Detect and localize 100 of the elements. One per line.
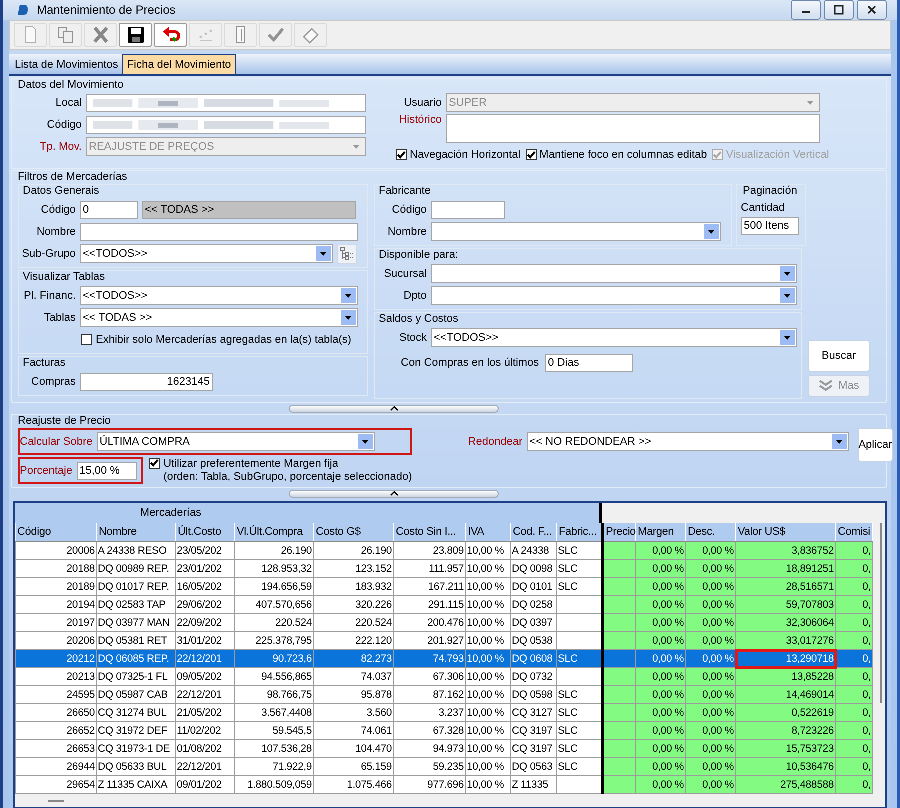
- table-cell: DQ 03977 MAN: [96, 614, 176, 632]
- table-cell: 23/01/202: [176, 560, 234, 578]
- table-cell: 3.237: [394, 704, 466, 722]
- column-header[interactable]: Nombre: [96, 523, 176, 542]
- table-cell: 20212: [16, 650, 96, 668]
- field-label: Histórico: [398, 114, 442, 126]
- table-cell: 201.927: [394, 632, 466, 650]
- table-cell: 320.226: [314, 596, 394, 614]
- table-cell: SLC: [556, 686, 602, 704]
- group-title: Facturas: [23, 357, 67, 370]
- dropdown-field[interactable]: << TODAS >>: [80, 308, 358, 327]
- text-field[interactable]: 1623145: [80, 372, 213, 390]
- dropdown-field[interactable]: << NO REDONDEAR >>: [526, 432, 849, 451]
- table-cell: 123.152: [314, 560, 394, 578]
- column-header[interactable]: Costo G$: [314, 523, 394, 542]
- checkbox-label: Exhibir solo Mercaderías agregadas en la(s) tabla(s): [96, 334, 352, 346]
- table-cell: DQ 07325-1 FL: [96, 668, 176, 686]
- table-cell: 0,00 %: [686, 542, 736, 560]
- column-header[interactable]: Precio: [602, 523, 636, 542]
- field-label: Cantidad: [741, 202, 786, 214]
- dropdown-field[interactable]: <<TODOS>>: [80, 286, 358, 305]
- table-cell: 14,469014: [736, 686, 836, 704]
- table-cell: 22/12/201: [176, 758, 234, 776]
- dropdown-field[interactable]: ÚLTIMA COMPRA: [96, 432, 375, 451]
- table-cell: A 24338: [510, 542, 556, 560]
- table-cell: SLC: [556, 560, 602, 578]
- text-field[interactable]: 0: [80, 200, 138, 218]
- table-cell: DQ 0732: [510, 668, 556, 686]
- table-cell: 94.973: [394, 740, 466, 758]
- column-header[interactable]: IVA: [466, 523, 510, 542]
- table-cell: 0,00 %: [686, 686, 736, 704]
- column-header[interactable]: Cod. F...: [510, 523, 556, 542]
- table-cell: DQ 06085 REP.: [96, 650, 176, 668]
- field-label: Sub-Grupo: [21, 248, 76, 260]
- table-cell: 3.567,4408: [234, 704, 314, 722]
- table-cell: 220.524: [234, 614, 314, 632]
- text-field[interactable]: 500 Itens: [741, 217, 799, 235]
- column-header[interactable]: Costo Sin I...: [394, 523, 466, 542]
- button[interactable]: Buscar: [808, 340, 870, 372]
- table-cell: DQ 0258: [510, 596, 556, 614]
- table-cell: 0,00 %: [686, 758, 736, 776]
- table-cell: 0,00 %: [636, 776, 686, 794]
- field-label: Porcentaje: [20, 464, 73, 476]
- group-title: Fabricante: [379, 185, 432, 198]
- tab[interactable]: Ficha del Movimiento: [122, 54, 236, 74]
- text-field[interactable]: 0 Dias: [545, 354, 634, 372]
- column-header[interactable]: Comisi: [836, 523, 872, 542]
- column-header[interactable]: Valor US$: [736, 523, 836, 542]
- table-cell: 0,00 %: [636, 740, 686, 758]
- table-cell: 59,707803: [736, 596, 836, 614]
- table-cell: 10,00 %: [466, 632, 510, 650]
- dropdown-field[interactable]: <<TODOS>>: [431, 328, 797, 347]
- table-cell: 82.273: [314, 650, 394, 668]
- table-cell: 22/12/201: [176, 686, 234, 704]
- field-label: Código: [46, 118, 82, 130]
- table-cell: SLC: [556, 740, 602, 758]
- field-label: Calcular Sobre: [20, 436, 93, 448]
- table-cell: 22/09/202: [176, 614, 234, 632]
- table-cell: SLC: [556, 704, 602, 722]
- table-cell: 20188: [16, 560, 96, 578]
- column-header[interactable]: Fabric...: [556, 523, 602, 542]
- column-header[interactable]: Vl.Últ.Compra: [234, 523, 314, 542]
- table-cell: 29654: [16, 776, 96, 794]
- table-cell: 0,00 %: [636, 704, 686, 722]
- table-cell: DQ 05987 CAB: [96, 686, 176, 704]
- table-cell: SLC: [556, 542, 602, 560]
- table-cell: 10,00 %: [466, 758, 510, 776]
- table-cell: 71.922,9: [234, 758, 314, 776]
- table-cell: SLC: [556, 578, 602, 596]
- table-cell: Z 11335: [510, 776, 556, 794]
- table-cell: 222.120: [314, 632, 394, 650]
- table-cell: 26.190: [234, 542, 314, 560]
- tab[interactable]: Lista de Movimientos: [11, 56, 122, 74]
- table-cell: 24595: [16, 686, 96, 704]
- dropdown-field[interactable]: <<TODOS>>: [80, 244, 333, 263]
- table-cell: 33,017276: [736, 632, 836, 650]
- column-header[interactable]: Código: [16, 523, 96, 542]
- table-cell: 0,: [836, 776, 872, 794]
- table-cell: 0,00 %: [686, 560, 736, 578]
- table-cell: 3.560: [314, 704, 394, 722]
- table-cell: 0,00 %: [636, 578, 686, 596]
- table-cell: 09/05/202: [176, 668, 234, 686]
- table-cell: SLC: [556, 650, 602, 668]
- table-cell: DQ 02583 TAP: [96, 596, 176, 614]
- text-field[interactable]: 15,00 %: [76, 462, 137, 480]
- table-cell: 22/12/201: [176, 650, 234, 668]
- field-label: Tablas: [43, 312, 76, 324]
- column-header[interactable]: Desc.: [686, 523, 736, 542]
- table-cell: DQ 0098: [510, 560, 556, 578]
- group-title: Disponible para:: [379, 249, 460, 262]
- column-header[interactable]: Últ.Costo: [176, 523, 234, 542]
- button[interactable]: Aplicar: [858, 428, 894, 462]
- table-row[interactable]: 20212 DQ 06085 REP. 22/12/201 90.723,6 82.273 74.793 10,00 % DQ 0608 SLC 0,00 % 0,00 % 13,290718 0,: [16, 650, 872, 668]
- table-cell: 13,290718: [736, 650, 836, 668]
- group-title: Reajuste de Precio: [18, 415, 112, 428]
- column-header[interactable]: Margen: [636, 523, 686, 542]
- table-cell: 167.211: [394, 578, 466, 596]
- field-label: Stock: [398, 332, 427, 344]
- table-cell: 0,00 %: [636, 650, 686, 668]
- table-cell: 10,00 %: [466, 650, 510, 668]
